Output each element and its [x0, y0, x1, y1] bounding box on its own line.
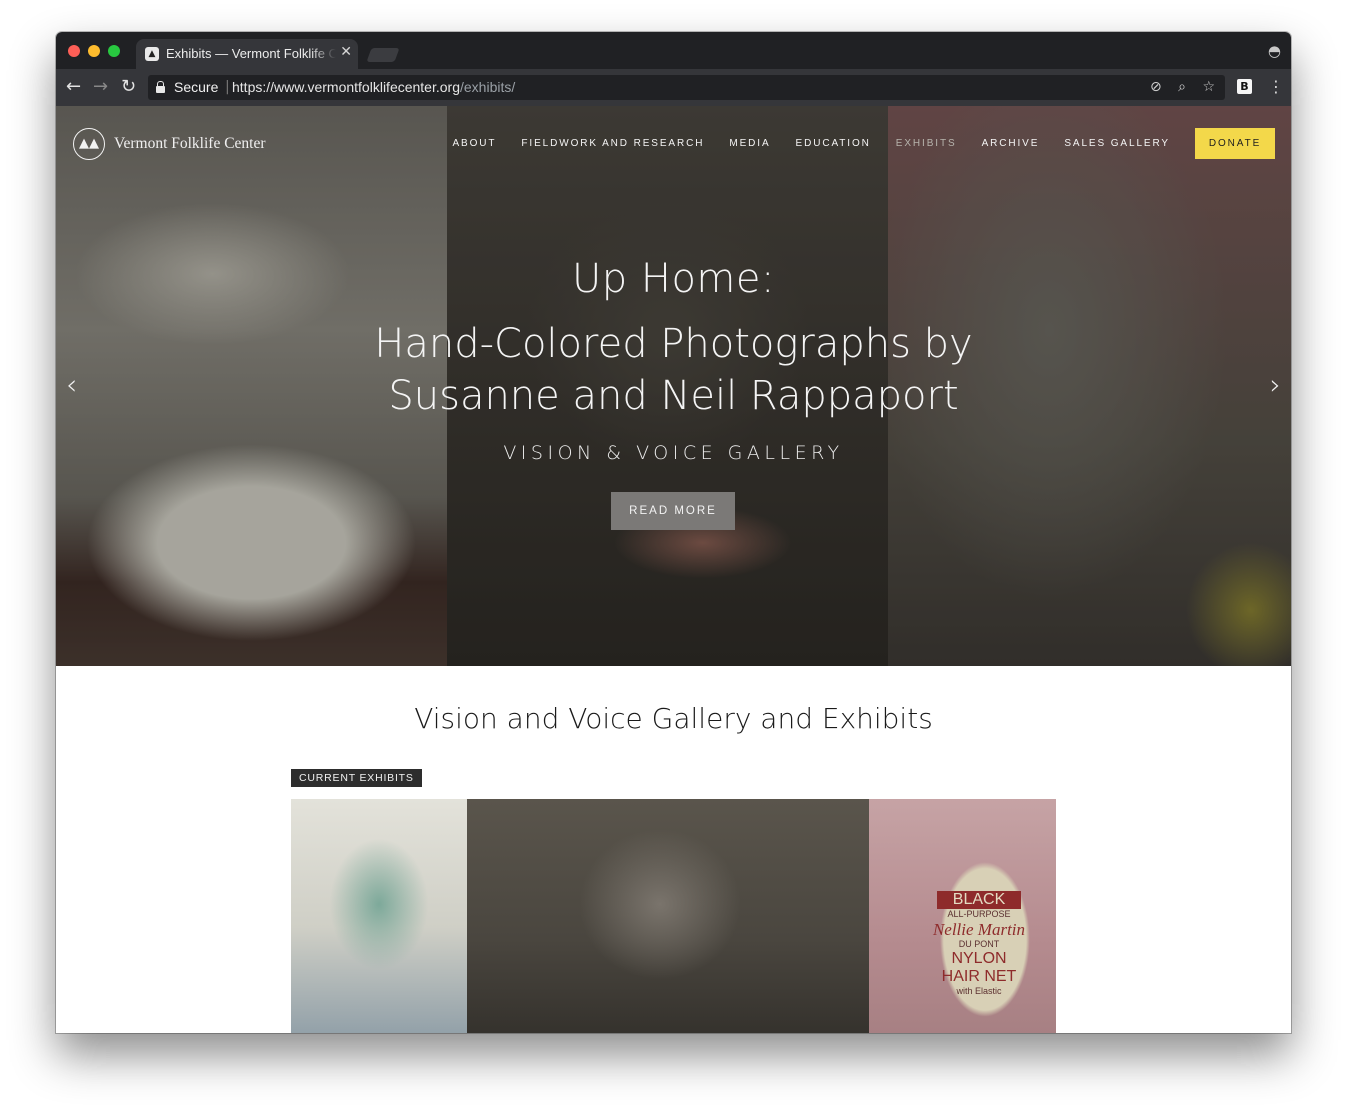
exhibit-photo-organ	[467, 799, 869, 1033]
omnibox-icons: ⊘ ⌕ ☆	[1138, 79, 1215, 95]
nav-item-education[interactable]: EDUCATION	[796, 138, 871, 149]
label-name: Nellie Martin	[932, 919, 1026, 939]
reload-icon[interactable]: ↻	[121, 77, 136, 97]
label-nylon: NYLON	[951, 949, 1007, 967]
hero-slider: ▲▲ Vermont Folklife Center ABOUT FIELDWO…	[56, 106, 1291, 666]
label-hairnet: HAIR NET	[941, 968, 1017, 986]
browser-window: ▲ Exhibits — Vermont Folklife Center ✕ ◓…	[56, 32, 1291, 1033]
close-window-button[interactable]	[68, 45, 80, 57]
exhibit-photo-kitchen	[291, 799, 467, 1033]
nav-item-archive[interactable]: ARCHIVE	[982, 138, 1040, 149]
nav-item-exhibits[interactable]: EXHIBITS	[896, 138, 957, 149]
current-exhibits-tag[interactable]: CURRENT EXHIBITS	[291, 769, 422, 787]
exhibit-image[interactable]: BLACK ALL-PURPOSE Nellie Martin DU PONT …	[291, 799, 1056, 1033]
label-black: BLACK	[937, 891, 1021, 910]
star-icon[interactable]: ☆	[1202, 79, 1215, 95]
browser-tab[interactable]: ▲ Exhibits — Vermont Folklife Center ✕	[136, 39, 358, 69]
tab-close-icon[interactable]: ✕	[340, 44, 352, 60]
menu-dots-icon[interactable]: ⋮	[1268, 77, 1284, 96]
url-separator: |	[225, 79, 230, 95]
extension-icon[interactable]: B	[1237, 79, 1252, 94]
label-purpose: ALL-PURPOSE	[947, 909, 1011, 920]
hero-title-line2: Hand-Colored Photographs by	[374, 321, 973, 367]
secure-label: Secure	[174, 79, 219, 95]
hero-subtitle: VISION & VOICE GALLERY	[503, 442, 844, 464]
nav-item-about[interactable]: ABOUT	[452, 138, 496, 149]
hero-title-line3: Susanne and Neil Rappaport	[388, 373, 959, 419]
url-text[interactable]: https://www.vermontfolklifecenter.org/ex…	[232, 79, 515, 95]
address-bar[interactable]: Secure | https://www.vermontfolklifecent…	[148, 75, 1225, 100]
lock-icon	[156, 81, 165, 93]
url-path: /exhibits/	[460, 79, 516, 95]
title-bar: ▲ Exhibits — Vermont Folklife Center ✕ ◓	[56, 32, 1291, 69]
donate-button[interactable]: DONATE	[1195, 128, 1275, 159]
incognito-icon: ◓	[1267, 42, 1281, 60]
label-elastic: with Elastic	[956, 986, 1002, 997]
maximize-window-button[interactable]	[108, 45, 120, 57]
nav-item-fieldwork[interactable]: FIELDWORK AND RESEARCH	[521, 138, 704, 149]
url-base: https://www.vermontfolklifecenter.org	[232, 79, 460, 95]
nav-item-sales-gallery[interactable]: SALES GALLERY	[1064, 138, 1170, 149]
logo-text: Vermont Folklife Center	[114, 135, 266, 152]
blocked-content-icon[interactable]: ⊘	[1150, 79, 1162, 95]
read-more-button[interactable]: READ MORE	[611, 492, 735, 530]
hairnet-package-label: BLACK ALL-PURPOSE Nellie Martin DU PONT …	[927, 891, 1031, 997]
tab-title: Exhibits — Vermont Folklife Center	[166, 46, 336, 61]
back-arrow-icon[interactable]: ←	[66, 77, 81, 97]
new-tab-button[interactable]	[366, 48, 400, 62]
favicon-icon: ▲	[145, 47, 159, 61]
hero-title-line1: Up Home:	[572, 256, 775, 302]
zoom-icon[interactable]: ⌕	[1178, 79, 1186, 95]
browser-toolbar: ← → ↻ Secure | https://www.vermontfolkli…	[56, 69, 1291, 106]
section-heading: Vision and Voice Gallery and Exhibits	[414, 702, 933, 735]
label-brand: DU PONT	[958, 939, 1000, 950]
trees-logo-icon: ▲▲	[73, 128, 105, 160]
web-page: ▲▲ Vermont Folklife Center ABOUT FIELDWO…	[56, 106, 1291, 1033]
nav-item-media[interactable]: MEDIA	[729, 138, 770, 149]
minimize-window-button[interactable]	[88, 45, 100, 57]
forward-arrow-icon[interactable]: →	[93, 77, 108, 97]
main-nav: ABOUT FIELDWORK AND RESEARCH MEDIA EDUCA…	[427, 128, 1275, 159]
